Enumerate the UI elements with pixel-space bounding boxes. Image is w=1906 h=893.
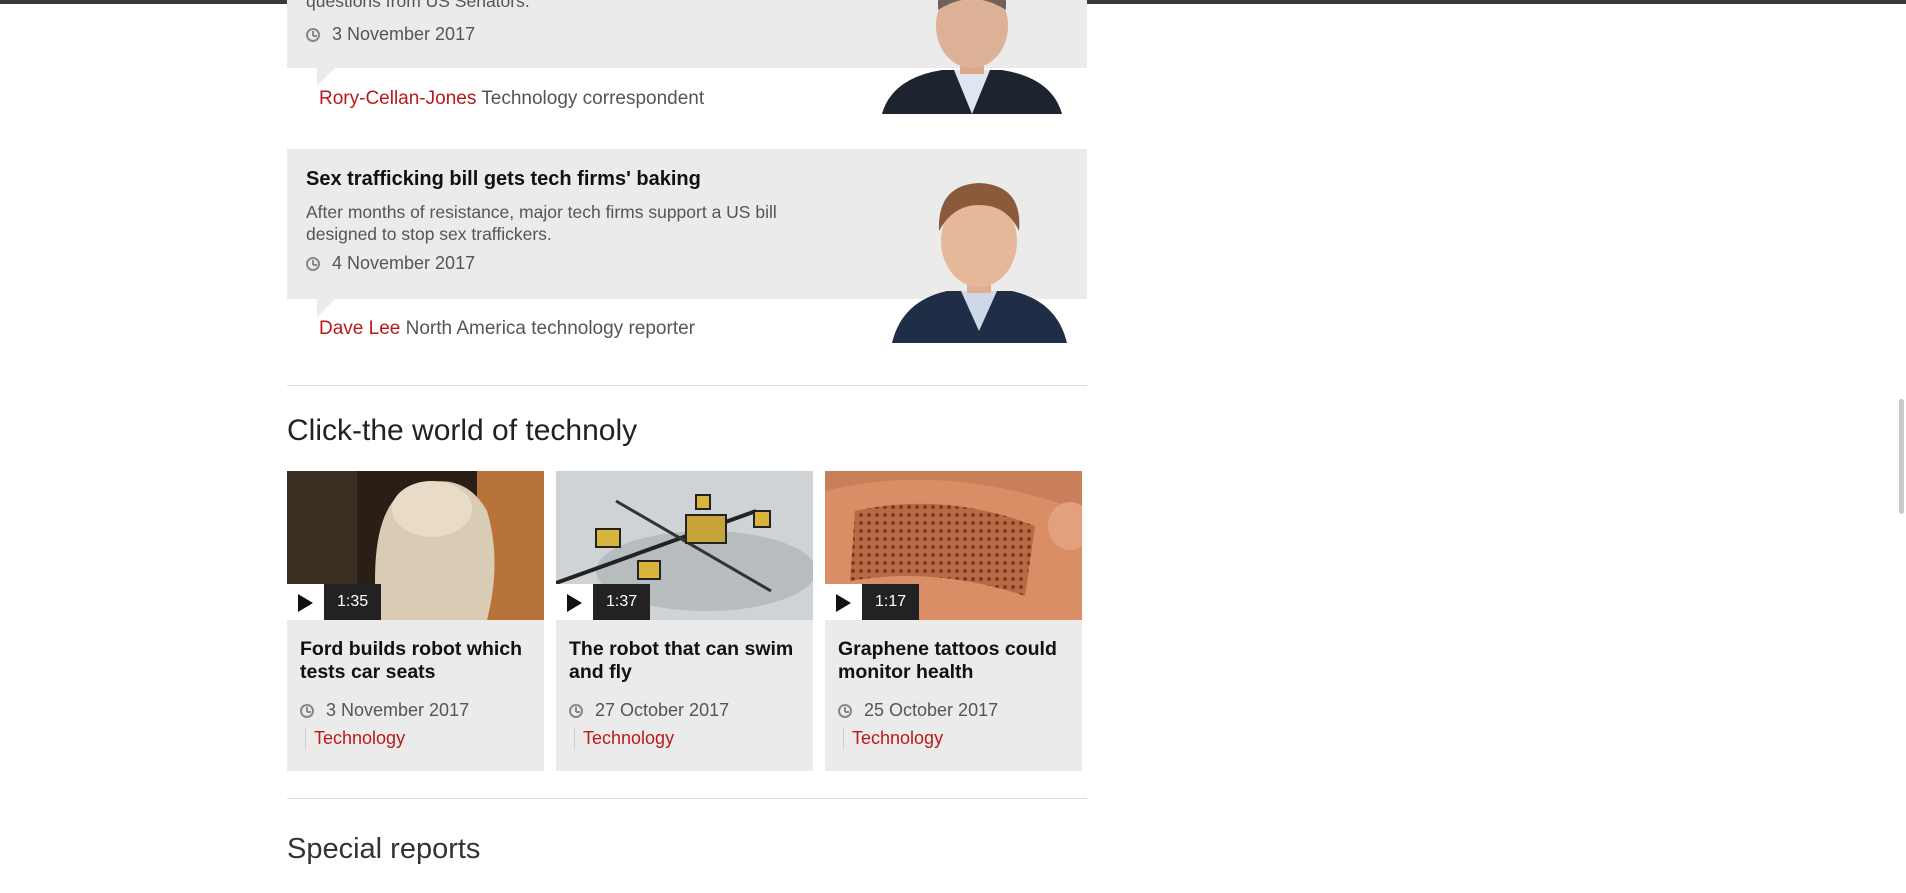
date-text: 3 November 2017 xyxy=(326,700,470,720)
correspondent-photo xyxy=(887,171,1072,343)
video-thumbnail[interactable]: 1:35 xyxy=(287,471,544,620)
video-topic-link[interactable]: Technology xyxy=(843,728,943,749)
video-title[interactable]: The robot that can swim and fly xyxy=(569,638,804,684)
correspondent-card[interactable]: Sex trafficking bill gets tech firms' ba… xyxy=(287,149,1087,344)
story-summary: questions from US Senators. xyxy=(306,0,530,11)
clock-icon xyxy=(838,703,852,718)
author-role: Technology correspondent xyxy=(481,88,705,109)
video-card[interactable]: 1:17 Graphene tattoos could monitor heal… xyxy=(825,471,1082,771)
story-date: 3 November 2017 xyxy=(306,24,475,45)
date-text: 3 November 2017 xyxy=(332,24,476,44)
scrollbar[interactable] xyxy=(1896,4,1906,893)
video-date: 27 October 2017 xyxy=(569,700,729,721)
video-date: 3 November 2017 xyxy=(300,700,469,721)
play-icon[interactable] xyxy=(556,584,593,620)
section-divider xyxy=(287,385,1087,386)
video-topic-link[interactable]: Technology xyxy=(305,728,405,749)
speech-tail xyxy=(317,299,335,317)
clock-icon xyxy=(306,256,320,271)
correspondent-card[interactable]: questions from US Senators. 3 November 2… xyxy=(287,0,1087,114)
video-thumbnail[interactable]: 1:37 xyxy=(556,471,813,620)
video-thumbnail[interactable]: 1:17 xyxy=(825,471,1082,620)
date-text: 4 November 2017 xyxy=(332,253,476,273)
section-title: Click-the world of technoly xyxy=(287,414,638,447)
byline: Rory-Cellan-Jones Technology corresponde… xyxy=(319,88,704,110)
video-card[interactable]: 1:35 Ford builds robot which tests car s… xyxy=(287,471,544,771)
section-title: Special reports xyxy=(287,833,481,865)
video-topic-link[interactable]: Technology xyxy=(574,728,674,749)
date-text: 25 October 2017 xyxy=(864,700,999,720)
clock-icon xyxy=(569,703,583,718)
speech-tail xyxy=(317,68,335,86)
correspondent-photo xyxy=(872,0,1072,114)
story-date: 4 November 2017 xyxy=(306,253,475,274)
byline: Dave Lee North America technology report… xyxy=(319,318,695,340)
play-icon[interactable] xyxy=(287,584,324,620)
clock-icon xyxy=(300,703,314,718)
section-divider xyxy=(287,798,1087,799)
author-link[interactable]: Dave Lee xyxy=(319,318,400,339)
date-text: 27 October 2017 xyxy=(595,700,730,720)
video-duration: 1:35 xyxy=(324,584,382,620)
clock-icon xyxy=(306,27,320,42)
video-duration: 1:17 xyxy=(862,584,920,620)
video-title[interactable]: Graphene tattoos could monitor health xyxy=(838,638,1073,684)
scrollbar-thumb[interactable] xyxy=(1899,399,1904,514)
video-date: 25 October 2017 xyxy=(838,700,998,721)
author-role: North America technology reporter xyxy=(405,318,695,339)
video-title[interactable]: Ford builds robot which tests car seats xyxy=(300,638,535,684)
video-duration: 1:37 xyxy=(593,584,651,620)
story-headline[interactable]: Sex trafficking bill gets tech firms' ba… xyxy=(306,168,701,191)
author-link[interactable]: Rory-Cellan-Jones xyxy=(319,88,476,109)
video-card[interactable]: 1:37 The robot that can swim and fly 27 … xyxy=(556,471,813,771)
play-icon[interactable] xyxy=(825,584,862,620)
story-summary: After months of resistance, major tech f… xyxy=(306,202,777,244)
